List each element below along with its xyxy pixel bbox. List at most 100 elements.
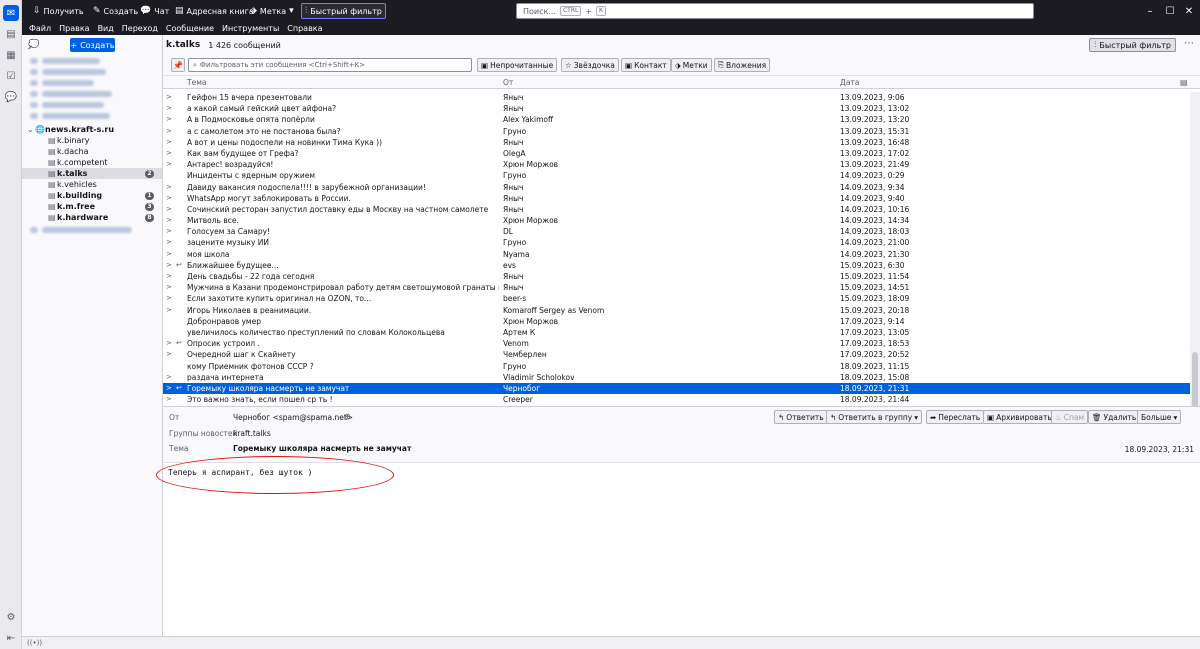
table-row[interactable]: > Голосуем за Самару! DL 14.09.2023, 18:03 (163, 226, 1190, 237)
thread-twisty-icon[interactable]: > (166, 216, 172, 224)
table-row[interactable]: > Игорь Николаев в реанимации. Komaroff Se… (163, 305, 1190, 316)
thread-twisty-icon[interactable]: > (166, 283, 172, 291)
table-row[interactable]: > WhatsApp могут заблокировать в России. Я… (163, 193, 1190, 204)
thread-twisty-icon[interactable]: > (166, 250, 172, 258)
write-button[interactable]: ✎ Создать (90, 3, 141, 19)
filter-starred-button[interactable]: ☆ Звёздочка (561, 58, 619, 72)
table-row[interactable]: Добронравов умер Хрюн Моржов 17.09.2023, 9… (163, 316, 1190, 327)
filter-attachments-button[interactable]: ⎘ Вложения (714, 58, 771, 72)
table-row[interactable]: > Сочинский ресторан запустил доставку ед… (163, 204, 1190, 215)
address-book-icon[interactable]: ▤ (3, 26, 19, 42)
filter-contact-button[interactable]: ▣ Контакт (621, 58, 671, 72)
table-row[interactable]: > Мужчина в Казани продемонстрировал рабо… (163, 282, 1190, 293)
reply-button[interactable]: ↰ Ответить (774, 410, 828, 424)
filter-tags-button[interactable]: ⬗ Метки (671, 58, 712, 72)
tasks-icon[interactable]: ☑ (3, 68, 19, 84)
scrollbar[interactable] (1190, 92, 1200, 443)
menu-message[interactable]: Сообщение (166, 24, 214, 33)
thread-twisty-icon[interactable]: > (166, 160, 172, 168)
table-row[interactable]: > а с самолетом это не постанова была? Гру… (163, 126, 1190, 137)
menu-view[interactable]: Вид (98, 24, 114, 33)
table-row[interactable]: > Митволь все. Хрюн Моржов 14.09.2023, 14:3… (163, 215, 1190, 226)
table-row[interactable]: кому Приемник фотонов СССР ? Груно 18.09.2… (163, 361, 1190, 372)
thread-twisty-icon[interactable]: > (166, 294, 172, 302)
table-row[interactable]: > ↩ Опросик устроил . Venom 17.09.2023, 18:5… (163, 338, 1190, 349)
thread-twisty-icon[interactable]: > (166, 384, 172, 392)
folder-k-hardware[interactable]: ▤ k.hardware 8 (22, 212, 162, 223)
thread-twisty-icon[interactable]: > (166, 227, 172, 235)
thread-twisty-icon[interactable]: > (166, 205, 172, 213)
table-row[interactable]: > Если захотите купить оригинал на OZON, … (163, 293, 1190, 304)
address-book-button[interactable]: ▤ Адресная книга (172, 3, 257, 19)
thread-twisty-icon[interactable]: > (166, 306, 172, 314)
spam-button[interactable]: ♨ Спам (1051, 410, 1089, 424)
settings-gear-icon[interactable]: ⚙ (3, 609, 19, 625)
minimize-icon[interactable]: – (1142, 3, 1158, 19)
chat-space-icon[interactable]: 💬 (3, 89, 19, 105)
news-server-row[interactable]: ⌄ 🌐 news.kraft-s.ru (22, 124, 162, 135)
menu-go[interactable]: Переход (122, 24, 158, 33)
table-row[interactable]: > ↩ Горемыку школяра насмерть не замучат Че… (163, 382, 1190, 395)
calendar-icon[interactable]: ▦ (3, 47, 19, 63)
delete-button[interactable]: 🗑 Удалить (1088, 410, 1141, 424)
table-row[interactable]: Инциденты с ядерным оружием Груно 14.09.20… (163, 170, 1190, 181)
folder-k-m-free[interactable]: ▤ k.m.free 3 (22, 201, 162, 212)
column-from[interactable]: От (503, 78, 513, 87)
close-icon[interactable]: ✕ (1181, 3, 1197, 19)
chat-button[interactable]: 💬 Чат (137, 3, 172, 19)
get-messages-button[interactable]: ⇩ Получить (30, 3, 87, 19)
maximize-icon[interactable]: ☐ (1162, 3, 1178, 19)
column-picker-icon[interactable]: ▤ (1180, 78, 1188, 87)
reply-group-button[interactable]: ↰ Ответить в группу ▾ (826, 410, 922, 424)
quick-filter-button[interactable]: ⫶ Быстрый фильтр (1089, 38, 1176, 52)
table-row[interactable]: увеличилось количество преступлений по с… (163, 327, 1190, 338)
folder-mode-icon[interactable]: 💭 (28, 40, 39, 50)
table-row[interactable]: > Это важно знать, если пошел ср ть ! Cree… (163, 394, 1190, 405)
thread-twisty-icon[interactable]: > (166, 183, 172, 191)
table-row[interactable]: > зацените музыку ИИ Груно 14.09.2023, 21:0… (163, 237, 1190, 248)
collapse-spaces-icon[interactable]: ⇤ (3, 630, 19, 646)
table-row[interactable]: > День свадьбы - 22 года сегодня Яныч 15.09… (163, 271, 1190, 282)
table-row[interactable]: > моя школа Nyama 14.09.2023, 21:30 (163, 249, 1190, 260)
thread-twisty-icon[interactable]: > (166, 238, 172, 246)
folder-k-binary[interactable]: ▤ k.binary (22, 135, 162, 146)
thread-twisty-icon[interactable]: > (166, 149, 172, 157)
forward-button[interactable]: ➦ Переслать (926, 410, 985, 424)
table-row[interactable]: > Давиду вакансия подоспела!!!! в зарубеж… (163, 182, 1190, 193)
table-row[interactable]: > Очередной шаг к Скайнету Чемберлен 17.09.… (163, 349, 1190, 360)
folder-k-vehicles[interactable]: ▤ k.vehicles (22, 179, 162, 190)
new-message-button[interactable]: + Создать (70, 38, 115, 52)
table-row[interactable]: > раздача интернета Vladimir Scholokov 18.0… (163, 372, 1190, 383)
table-row[interactable]: > Антарес! возрадуйся! Хрюн Моржов 13.09.20… (163, 159, 1190, 170)
menu-help[interactable]: Справка (287, 24, 322, 33)
thread-twisty-icon[interactable]: > (166, 127, 172, 135)
menu-file[interactable]: Файл (29, 24, 51, 33)
thread-twisty-icon[interactable]: > (166, 138, 172, 146)
online-status-icon[interactable]: ((•)) (27, 639, 42, 647)
menu-tools[interactable]: Инструменты (222, 24, 279, 33)
thread-twisty-icon[interactable]: > (166, 373, 172, 381)
more-button[interactable]: Больше ▾ (1137, 410, 1182, 424)
folder-k-talks[interactable]: ▤ k.talks 2 (22, 168, 162, 179)
table-row[interactable]: > а какой самый гейский цвет айфона? Яныч 1… (163, 103, 1190, 114)
folder-k-dacha[interactable]: ▤ k.dacha (22, 146, 162, 157)
thread-twisty-icon[interactable]: > (166, 104, 172, 112)
mail-space-icon[interactable]: ✉ (3, 5, 19, 21)
add-contact-icon[interactable]: ⊕ (344, 412, 351, 421)
table-row[interactable]: > Как вам будущее от Грефа? OlegA 13.09.202… (163, 148, 1190, 159)
thread-twisty-icon[interactable]: > (166, 194, 172, 202)
table-row[interactable]: > Гейфон 15 вчера презентовали Яныч 13.09.2… (163, 92, 1190, 103)
global-search-input[interactable]: Поиск... CTRL + K (516, 3, 1034, 19)
menu-edit[interactable]: Правка (59, 24, 89, 33)
table-row[interactable]: > А в Подмосковье опята попёрли Alex Yakim… (163, 114, 1190, 125)
pin-icon[interactable]: 📌 (171, 58, 185, 72)
table-row[interactable]: > ↩ Ближайшее будущее... evs 15.09.2023, 6:3… (163, 260, 1190, 271)
thread-twisty-icon[interactable]: > (166, 272, 172, 280)
from-value[interactable]: Чернобог <spam@spama.net> (233, 413, 353, 422)
thread-twisty-icon[interactable]: > (166, 261, 172, 269)
tag-button[interactable]: ⬗ Метка ▾ (247, 3, 297, 19)
quick-filter-toolbar-button[interactable]: ⫶ Быстрый фильтр (301, 3, 386, 19)
thread-twisty-icon[interactable]: > (166, 350, 172, 358)
thread-twisty-icon[interactable]: > (166, 93, 172, 101)
archive-button[interactable]: ▣ Архивировать (983, 410, 1056, 424)
